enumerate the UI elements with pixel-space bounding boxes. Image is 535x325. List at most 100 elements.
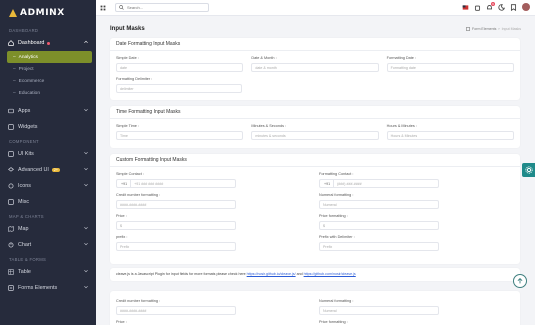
sidebar-sub-education[interactable]: – Education (0, 87, 96, 99)
input-placeholder: $ (120, 223, 122, 228)
price-formatting-input[interactable]: $ (319, 221, 439, 230)
minutes-seconds-input[interactable]: minutes & seconds (251, 131, 379, 140)
form-field: Simple Date : date (116, 56, 244, 72)
section-title: TABLE & FORMS (9, 257, 47, 262)
sidebar: ADMINX DASHBOARD Dashboard – Analytics – P… (0, 0, 96, 325)
input-placeholder: Prefix (120, 244, 130, 249)
search-box[interactable] (115, 3, 209, 12)
flag-icon[interactable] (462, 4, 469, 11)
input-placeholder: ####-####-#### (120, 202, 147, 207)
sidebar-item-dashboard[interactable]: Dashboard (0, 35, 96, 51)
sidebar-item-map[interactable]: Map (0, 221, 96, 237)
sidebar-item-icons[interactable]: Icons (0, 178, 96, 194)
simple-time-input[interactable]: Time (116, 131, 244, 140)
chart-icon (8, 242, 14, 248)
sidebar-item-label: Misc (18, 199, 30, 205)
formatting-date-input[interactable]: Formatting date (386, 63, 514, 72)
field-label: Simple Date : (116, 56, 139, 60)
price-input[interactable]: $ (116, 221, 236, 230)
form-field: Simple Contact : +91 +91 ### ### #### (116, 172, 311, 188)
cleave-docs-link[interactable]: https://nosir.github.io/cleave.js/ (247, 272, 296, 276)
sub-label: Analytics (18, 54, 38, 60)
page-title: Input Masks (110, 26, 145, 32)
sidebar-item-widgets[interactable]: Widgets (0, 119, 96, 135)
sidebar-item-label: Map (18, 226, 29, 232)
field-label: Simple Contact : (116, 172, 144, 176)
input-placeholder: +91 ### ### #### (134, 181, 164, 186)
status-dot (47, 41, 51, 45)
input-placeholder: minutes & seconds (255, 133, 286, 138)
input-placeholder: Numeral (323, 308, 337, 313)
input-placeholder: delimiter (120, 86, 134, 91)
sidebar-item-advanced-ui[interactable]: Advanced UI 2+ (0, 162, 96, 178)
time-format-card: Time Formatting Input Masks Simple Time … (110, 106, 520, 148)
sidebar-item-table[interactable]: Table (0, 264, 96, 280)
menu-icon[interactable] (100, 5, 106, 11)
bookmark-icon[interactable] (510, 3, 517, 11)
sidebar-item-chart[interactable]: Chart (0, 237, 96, 253)
sidebar-item-label: Widgets (18, 124, 38, 130)
top-bar: 9 (96, 0, 535, 16)
field-label: Numeral formatting : (319, 193, 354, 197)
breadcrumb-item[interactable]: Form Elements (472, 27, 496, 31)
sub-dash: – (13, 90, 16, 96)
credit-number-input-2[interactable]: ####-####-#### (116, 306, 236, 315)
sidebar-item-ui-kits[interactable]: UI Kits (0, 146, 96, 162)
chevron-down-icon (84, 242, 88, 246)
sidebar-item-forms[interactable]: Forms Elements (0, 280, 96, 296)
note-text-mid: and (295, 272, 304, 276)
chevron-down-icon (84, 226, 88, 230)
sidebar-item-misc[interactable]: Misc (0, 194, 96, 210)
note-text: cleave.js is a Javascript Plugin for inp… (116, 272, 247, 276)
sidebar-sub-project[interactable]: – Project (0, 63, 96, 75)
input-placeholder: date & month (255, 65, 277, 70)
bag-icon[interactable] (474, 4, 481, 11)
cleave-github-link[interactable]: https://github.com/nosir/cleave.js (304, 272, 356, 276)
chevron-down-icon (84, 151, 88, 155)
section-title: COMPONENT (9, 139, 39, 144)
scroll-top-button[interactable] (513, 274, 527, 288)
sidebar-item-apps[interactable]: Apps (0, 103, 96, 119)
moon-icon[interactable] (498, 3, 505, 11)
delimiter-input[interactable]: delimiter (116, 84, 242, 93)
notification-button[interactable]: 9 (486, 1, 495, 11)
prefix-delimiter-input[interactable]: Prefix (319, 242, 439, 251)
sidebar-item-label: Advanced UI (18, 167, 49, 173)
credit-number-input[interactable]: ####-####-#### (116, 200, 236, 209)
settings-button[interactable] (522, 163, 535, 177)
sidebar-sub-analytics[interactable]: – Analytics (7, 51, 92, 63)
date-month-input[interactable]: date & month (251, 63, 379, 72)
numeral-input-2[interactable]: Numeral (319, 306, 439, 315)
ui-kits-icon (8, 151, 14, 157)
chevron-down-icon (84, 183, 88, 187)
input-prefix: +91 (120, 180, 132, 187)
card-title: Custom Formatting Input Masks (110, 154, 520, 167)
simple-date-input[interactable]: date (116, 63, 244, 72)
field-label: Price : (116, 214, 127, 218)
input-placeholder: Formatting date (390, 65, 416, 70)
breadcrumb-current: Input Masks (501, 27, 521, 31)
chevron-down-icon (84, 269, 88, 273)
section-title: DASHBOARD (9, 28, 39, 33)
avatar[interactable] (522, 3, 530, 11)
brand-name: ADMINX (20, 8, 65, 18)
field-label: Prefix with Delimiter : (319, 235, 355, 239)
chevron-down-icon (84, 108, 88, 112)
numeral-input[interactable]: Numeral (319, 200, 439, 209)
search-input[interactable] (127, 5, 207, 10)
sub-dash: – (13, 78, 16, 84)
sub-label: Education (18, 90, 41, 96)
input-placeholder: (###) ###-#### (337, 181, 362, 186)
prefix-input[interactable]: Prefix (116, 242, 236, 251)
form-field: Price : (116, 320, 311, 325)
sidebar-sub-ecommerce[interactable]: – Ecommerce (0, 75, 96, 87)
form-icon (466, 27, 470, 31)
simple-contact-input[interactable]: +91 +91 ### ### #### (116, 179, 236, 188)
formatting-contact-input[interactable]: +91 (###) ###-#### (319, 179, 439, 188)
field-label: Formatting Date : (386, 56, 416, 60)
hours-minutes-input[interactable]: Hours & Minutes (386, 131, 514, 140)
field-label: Credit number formatting : (116, 193, 161, 197)
table-icon (8, 269, 14, 275)
brand-logo[interactable]: ADMINX (0, 0, 96, 26)
sub-label: Project (18, 66, 34, 72)
